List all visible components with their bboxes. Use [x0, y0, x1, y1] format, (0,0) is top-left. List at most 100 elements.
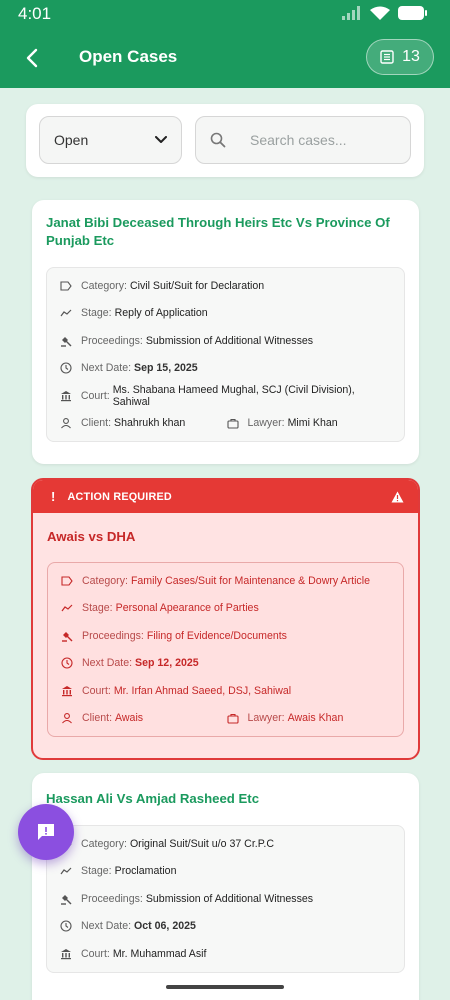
stage-value: Proclamation: [114, 865, 177, 878]
proceedings-label: Proceedings:: [81, 892, 143, 905]
stage-label: Stage:: [81, 307, 112, 320]
stage-value: Reply of Application: [114, 307, 208, 320]
next-date-label: Next Date:: [82, 657, 133, 670]
client-value: Shahrukh khan: [114, 417, 186, 430]
case-details: Category: Family Cases/Suit for Maintena…: [47, 562, 404, 737]
filter-card: Open: [26, 104, 424, 177]
briefcase-icon: [226, 711, 240, 725]
category-value: Original Suit/Suit u/o 37 Cr.P.C: [129, 837, 275, 850]
clock-icon: [59, 361, 73, 375]
court-value: Mr. Muhammad Asif: [112, 947, 207, 960]
court-value: Ms. Shabana Hameed Mughal, SCJ (Civil Di…: [112, 383, 355, 408]
court-row: Court: Mr. Irfan Ahmad Saeed, DSJ, Sahiw…: [60, 677, 391, 705]
status-dropdown[interactable]: Open: [39, 116, 182, 164]
case-card-action-required[interactable]: ! ACTION REQUIRED Awais vs DHA Category:…: [31, 478, 420, 760]
stage-label: Stage:: [81, 865, 112, 878]
client-label: Client:: [81, 417, 112, 430]
back-button[interactable]: [18, 44, 46, 72]
category-label: Category:: [81, 837, 127, 850]
signal-icon: [342, 6, 362, 25]
court-row: Court: Mr. Muhammad Asif: [59, 940, 392, 968]
next-date-label: Next Date:: [81, 920, 132, 933]
category-value: Family Cases/Suit for Maintenance & Dowr…: [130, 574, 370, 587]
proceedings-label: Proceedings:: [82, 629, 144, 642]
stage-row: Stage: Reply of Application: [59, 300, 392, 328]
court-value: Mr. Irfan Ahmad Saeed, DSJ, Sahiwal: [113, 684, 292, 697]
case-count: 13: [402, 48, 420, 65]
court-icon: [60, 684, 74, 698]
category-label: Category:: [82, 574, 128, 587]
client-value: Awais: [115, 712, 144, 725]
proceedings-row: Proceedings: Submission of Additional Wi…: [59, 885, 392, 913]
next-date-value: Sep 15, 2025: [134, 362, 198, 375]
lawyer-value: Mimi Khan: [287, 417, 338, 430]
category-row: Category: Civil Suit/Suit for Declaratio…: [59, 272, 392, 300]
next-date-value: Sep 12, 2025: [135, 657, 199, 670]
tag-icon: [60, 574, 74, 588]
lawyer-label: Lawyer:: [247, 712, 285, 725]
trending-icon: [60, 601, 74, 615]
case-title[interactable]: Hassan Ali Vs Amjad Rasheed Etc: [32, 773, 419, 808]
court-icon: [59, 389, 73, 403]
next-date-label: Next Date:: [81, 362, 132, 375]
court-icon: [59, 947, 73, 961]
category-row: Category: Original Suit/Suit u/o 37 Cr.P…: [59, 830, 392, 858]
exclamation-icon: !: [51, 489, 56, 504]
warning-icon: [391, 491, 404, 502]
clock-icon: [59, 919, 73, 933]
trending-icon: [59, 864, 73, 878]
stage-label: Stage:: [82, 602, 113, 615]
case-title[interactable]: Awais vs DHA: [33, 513, 418, 546]
court-label: Court:: [82, 684, 111, 697]
search-icon: [210, 132, 226, 148]
lawyer-value: Awais Khan: [287, 712, 344, 725]
feedback-fab[interactable]: [18, 804, 74, 860]
status-dropdown-value: Open: [54, 132, 89, 148]
status-icons: [342, 5, 428, 26]
proceedings-row: Proceedings: Filing of Evidence/Document…: [60, 622, 391, 650]
case-count-button[interactable]: 13: [366, 39, 434, 75]
proceedings-value: Submission of Additional Witnesses: [145, 334, 314, 347]
case-title[interactable]: Janat Bibi Deceased Through Heirs Etc Vs…: [32, 200, 419, 250]
app-bar: Open Cases 13: [0, 36, 450, 80]
stage-row: Stage: Personal Apearance of Parties: [60, 595, 391, 623]
next-date-value: Oct 06, 2025: [134, 920, 196, 933]
person-icon: [59, 416, 73, 430]
action-required-label: ACTION REQUIRED: [67, 490, 172, 503]
case-details: Category: Original Suit/Suit u/o 37 Cr.P…: [46, 825, 405, 973]
people-row: Client: Shahrukh khan Lawyer: Mimi Khan: [59, 410, 392, 438]
next-date-row: Next Date: Sep 12, 2025: [60, 650, 391, 678]
case-card[interactable]: Janat Bibi Deceased Through Heirs Etc Vs…: [32, 200, 419, 464]
wifi-icon: [370, 6, 390, 26]
category-label: Category:: [81, 279, 127, 292]
clock-icon: [60, 656, 74, 670]
list-icon: [380, 50, 394, 64]
gavel-icon: [60, 629, 74, 643]
stage-value: Personal Apearance of Parties: [115, 602, 259, 615]
gavel-icon: [59, 334, 73, 348]
search-input[interactable]: [250, 132, 390, 148]
court-label: Court:: [81, 947, 110, 960]
proceedings-value: Filing of Evidence/Documents: [146, 629, 287, 642]
gavel-icon: [59, 892, 73, 906]
home-indicator[interactable]: [166, 985, 284, 989]
feedback-icon: [38, 824, 54, 840]
court-label: Court:: [80, 389, 110, 402]
client-label: Client:: [82, 712, 113, 725]
proceedings-label: Proceedings:: [81, 334, 143, 347]
next-date-row: Next Date: Sep 15, 2025: [59, 355, 392, 383]
category-value: Civil Suit/Suit for Declaration: [129, 279, 265, 292]
lawyer-label: Lawyer:: [247, 417, 285, 430]
person-icon: [60, 711, 74, 725]
proceedings-value: Submission of Additional Witnesses: [145, 892, 314, 905]
back-arrow-icon: [26, 48, 38, 68]
action-required-banner: ! ACTION REQUIRED: [33, 480, 418, 513]
case-card[interactable]: Hassan Ali Vs Amjad Rasheed Etc Category…: [32, 773, 419, 1000]
search-field[interactable]: [195, 116, 411, 164]
next-date-row: Next Date: Oct 06, 2025: [59, 913, 392, 941]
proceedings-row: Proceedings: Submission of Additional Wi…: [59, 327, 392, 355]
status-bar: 4:01: [0, 0, 450, 28]
people-row: Client: Awais Lawyer: Awais Khan: [60, 705, 391, 733]
chevron-down-icon: [155, 136, 167, 143]
app-header: 4:01 Open Cases 13: [0, 0, 450, 88]
